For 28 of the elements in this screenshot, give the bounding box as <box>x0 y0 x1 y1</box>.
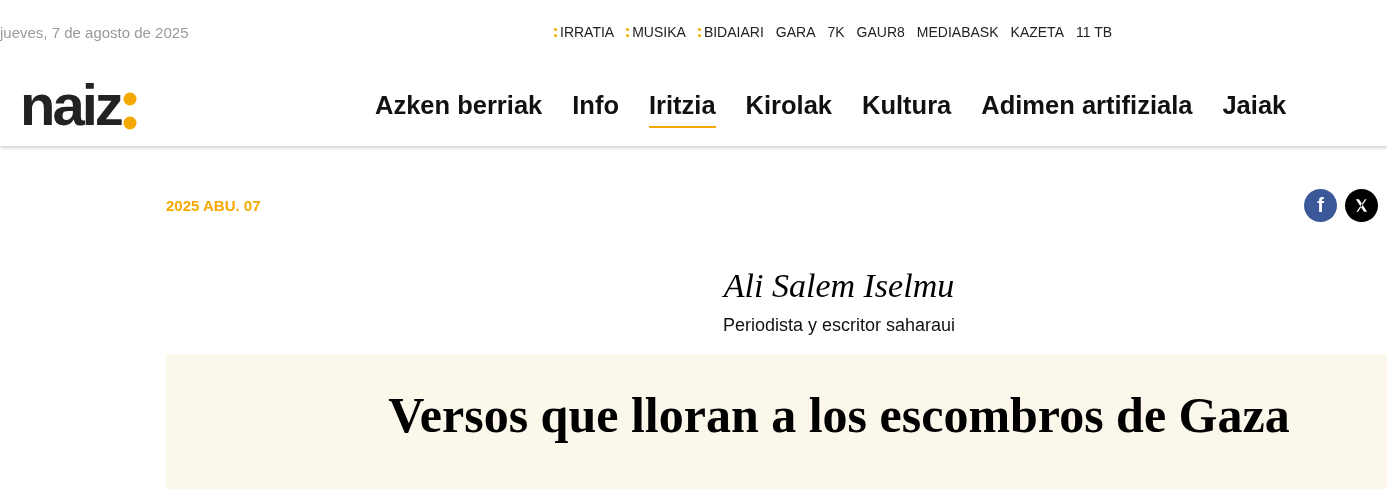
nav-tab[interactable]: Info <box>572 82 619 128</box>
service-link[interactable]: MUSIKA <box>626 24 686 40</box>
colon-icon <box>697 27 701 37</box>
article-date: 2025 ABU. 07 <box>166 197 261 214</box>
service-link[interactable]: IRRATIA <box>554 24 615 40</box>
nav-tab[interactable]: Kirolak <box>745 82 833 128</box>
service-link[interactable]: GAUR8 <box>856 24 905 40</box>
nav-tab[interactable]: Iritzia <box>649 82 716 128</box>
nav-tab[interactable]: Azken berriak <box>375 82 543 128</box>
current-date: jueves, 7 de agosto de 2025 <box>0 23 190 41</box>
colon-icon <box>554 27 557 37</box>
service-link[interactable]: 7K <box>827 24 845 40</box>
service-link[interactable]: GARA <box>775 24 816 40</box>
service-link[interactable]: KAZETA <box>1010 24 1064 40</box>
service-link[interactable]: MEDIABASK <box>916 24 999 40</box>
service-link[interactable]: BIDAIARI <box>697 24 764 40</box>
site-logo[interactable]: naiz <box>20 76 375 134</box>
article-title: Versos que lloran a los escombros de Gaza <box>388 386 1290 444</box>
colon-icon <box>626 27 630 37</box>
nav-tab[interactable]: Adimen artifiziala <box>981 82 1193 128</box>
author-name: Ali Salem Iselmu <box>723 267 955 305</box>
x-logo-icon <box>1354 198 1369 213</box>
nav-tab[interactable]: Jaiak <box>1222 82 1287 128</box>
service-link[interactable]: 11 TB <box>1075 24 1113 40</box>
facebook-share-button[interactable]: f <box>1304 189 1337 222</box>
nav-tab[interactable]: Kultura <box>862 82 952 128</box>
author-role: Periodista y escritor saharaui <box>722 315 956 336</box>
x-share-button[interactable] <box>1345 189 1378 222</box>
